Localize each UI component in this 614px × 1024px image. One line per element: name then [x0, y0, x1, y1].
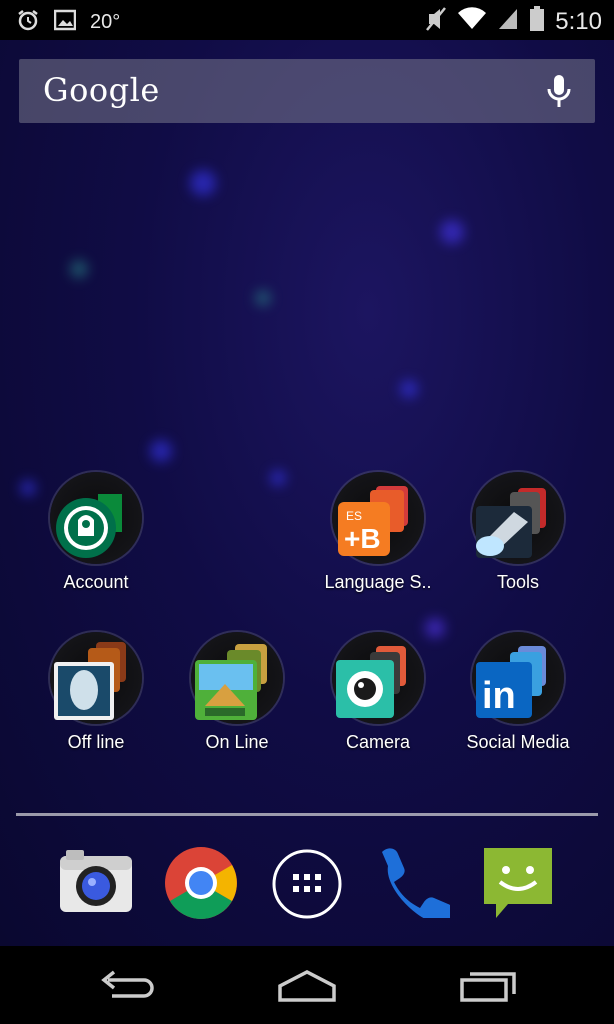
- microphone-icon[interactable]: [545, 73, 573, 114]
- folder-social-media[interactable]: in Social Media: [448, 632, 588, 753]
- temperature-text: 20°: [90, 11, 121, 33]
- app-label: Off line: [67, 732, 125, 752]
- app-label: On Line: [205, 732, 269, 752]
- folder-account[interactable]: Account: [26, 472, 166, 593]
- recents-icon[interactable]: [458, 964, 520, 1013]
- starbucks-folder-icon: [50, 472, 142, 564]
- svg-text:ES: ES: [346, 509, 362, 523]
- folder-on-line[interactable]: On Line: [167, 632, 307, 753]
- babbel-folder-icon: ES +B: [332, 472, 424, 564]
- pyramid-game-folder-icon: [191, 632, 283, 724]
- clock-text: 5:10: [555, 7, 602, 35]
- camera-folder-icon: [332, 632, 424, 724]
- app-label: Account: [63, 572, 129, 592]
- folder-tools[interactable]: Tools: [448, 472, 588, 593]
- camera-icon[interactable]: [58, 848, 134, 919]
- game-folder-icon: [50, 632, 142, 724]
- folder-language[interactable]: ES +B Language S..: [308, 472, 448, 593]
- folder-off-line[interactable]: Off line: [26, 632, 166, 753]
- back-icon[interactable]: [98, 964, 158, 1013]
- app-label: Camera: [345, 732, 411, 752]
- battery-icon: [529, 6, 545, 37]
- muted-icon: [425, 6, 447, 37]
- app-drawer-icon[interactable]: [271, 848, 343, 925]
- chrome-icon[interactable]: [164, 846, 238, 925]
- svg-text:in: in: [482, 675, 516, 717]
- google-search-bar[interactable]: Google: [19, 59, 595, 123]
- messaging-icon[interactable]: [482, 846, 554, 925]
- linkedin-folder-icon: in: [472, 632, 564, 724]
- app-label: Social Media: [466, 732, 570, 752]
- navigation-bar: [0, 946, 614, 1024]
- svg-text:+B: +B: [344, 523, 381, 554]
- google-logo-text: Google: [43, 71, 160, 109]
- image-icon: [53, 9, 77, 36]
- alarm-icon: [16, 8, 40, 37]
- flashlight-folder-icon: [472, 472, 564, 564]
- app-label: Tools: [496, 572, 540, 592]
- folder-camera[interactable]: Camera: [308, 632, 448, 753]
- phone-icon[interactable]: [374, 846, 454, 925]
- app-label: Language S..: [324, 572, 432, 592]
- wifi-icon: [457, 7, 487, 36]
- dock-divider: [16, 813, 598, 816]
- home-icon[interactable]: [276, 964, 338, 1013]
- status-bar: 20° 5:10: [0, 0, 614, 40]
- signal-icon: [497, 7, 519, 36]
